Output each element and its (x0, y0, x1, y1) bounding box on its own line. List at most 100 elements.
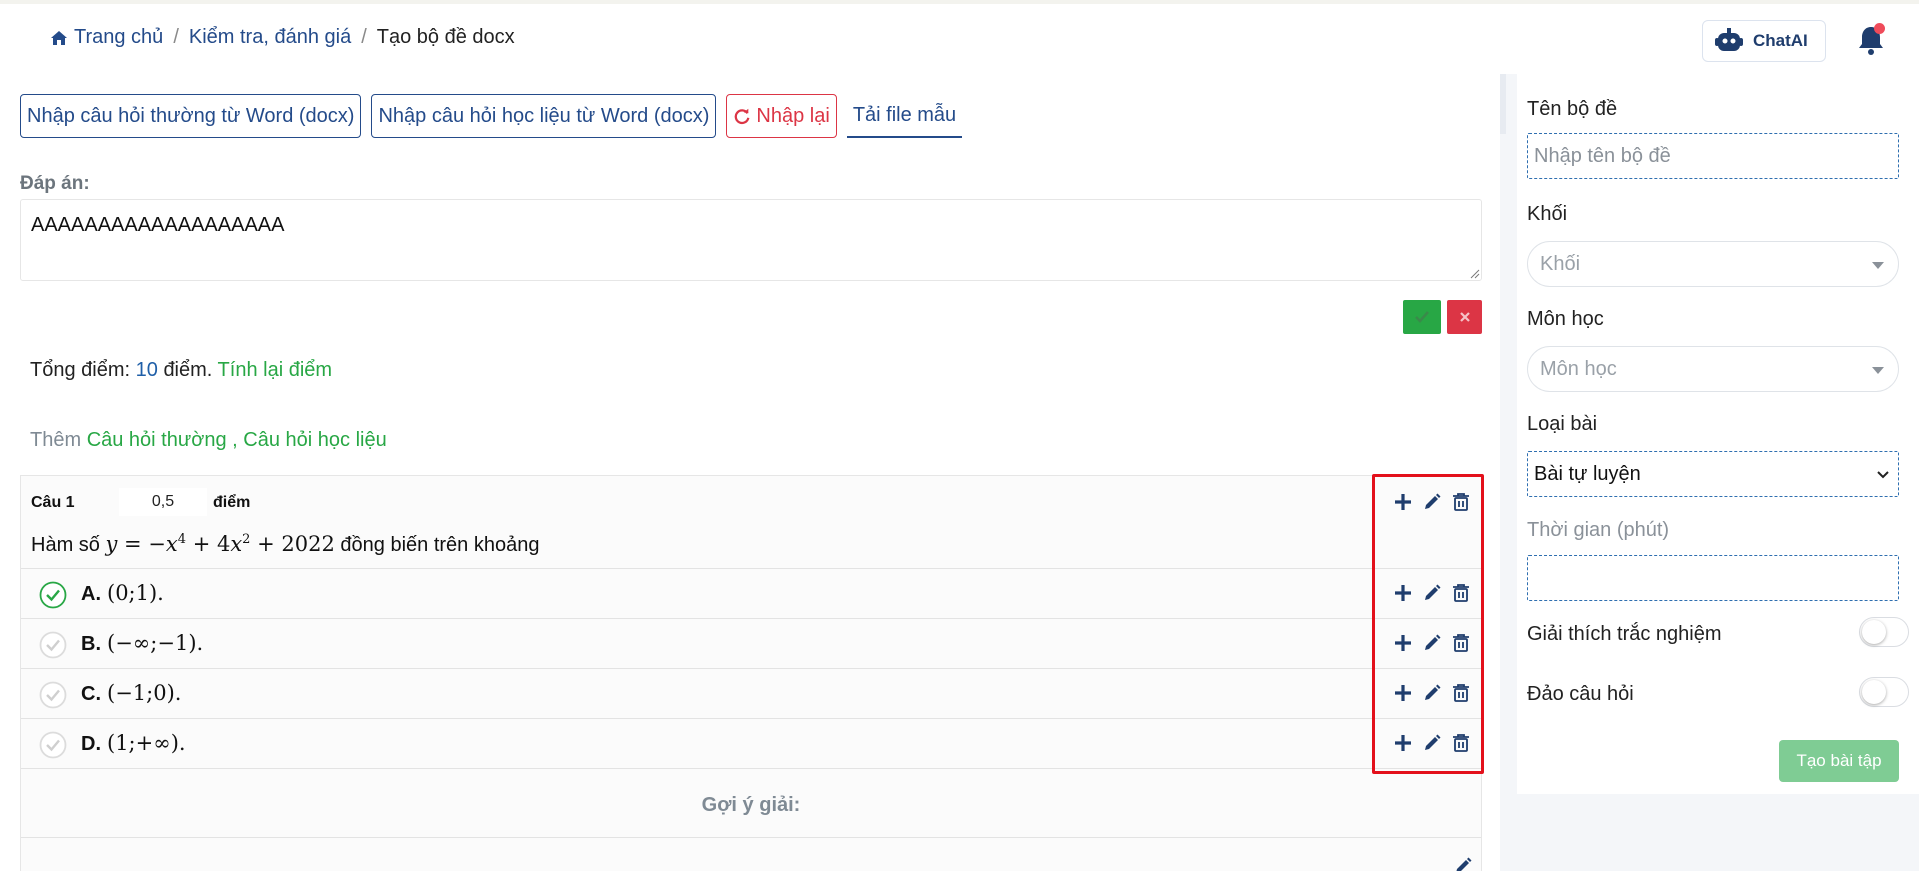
breadcrumb: Trang chủ / Kiểm tra, đánh giá / Tạo bộ … (50, 26, 515, 49)
time-label: Thời gian (phút) (1527, 519, 1670, 541)
breadcrumb-home-link[interactable]: Trang chủ (74, 26, 163, 49)
option-b-actions (1393, 633, 1480, 653)
reset-button[interactable]: Nhập lại (726, 94, 837, 138)
option-a-actions (1393, 583, 1480, 603)
edit-icon[interactable] (1422, 733, 1442, 753)
question-number: Câu 1 (31, 494, 75, 511)
add-normal-question-link[interactable]: Câu hỏi thường , (87, 429, 238, 451)
add-icon[interactable] (1393, 583, 1413, 603)
chatai-button[interactable]: ChatAI (1702, 20, 1826, 62)
add-icon[interactable] (1393, 683, 1413, 703)
option-text: (1;+∞). (107, 731, 186, 755)
time-input[interactable] (1527, 555, 1899, 601)
correct-check-icon[interactable] (39, 581, 67, 609)
type-value: Bài tự luyện (1534, 462, 1641, 485)
chatai-label: ChatAI (1753, 31, 1808, 50)
add-icon[interactable] (1393, 492, 1413, 512)
question-points-unit: điểm (213, 494, 251, 511)
refresh-icon (735, 108, 750, 125)
import-toolbar: Nhập câu hỏi thường từ Word (docx) Nhập … (20, 94, 972, 138)
total-score-prefix: Tổng điểm: (30, 359, 131, 381)
trash-icon[interactable] (1451, 583, 1471, 603)
edit-icon[interactable] (1422, 583, 1442, 603)
close-icon (1459, 312, 1470, 322)
edit-hint-icon[interactable] (1453, 856, 1473, 871)
check-icon (1415, 311, 1429, 323)
question-text: Hàm số y = −x4 + 4x2 + 2022 đồng biến tr… (31, 532, 539, 557)
trash-icon[interactable] (1451, 492, 1471, 512)
reset-label: Nhập lại (756, 104, 830, 127)
subject-select[interactable]: Môn học (1527, 346, 1899, 392)
total-score: Tổng điểm: 10 điểm. Tính lại điểm (30, 359, 332, 382)
type-label: Loại bài (1527, 413, 1598, 435)
grade-label: Khối (1527, 203, 1568, 225)
trash-icon[interactable] (1451, 633, 1471, 653)
option-text: (−1;0). (107, 681, 182, 705)
option-letter: C. (81, 683, 101, 705)
cancel-answer-button[interactable] (1447, 300, 1482, 334)
title-input[interactable] (1527, 133, 1899, 179)
recalculate-score-link[interactable]: Tính lại điểm (218, 359, 333, 381)
check-circle-icon[interactable] (39, 731, 67, 759)
question-text-prefix: Hàm số (31, 534, 100, 556)
explain-toggle-row: Giải thích trắc nghiệm (1527, 617, 1909, 651)
notification-badge (1874, 23, 1885, 34)
side-panel-scroll-indicator (1500, 74, 1506, 134)
chevron-down-icon (1877, 471, 1889, 479)
breadcrumb-current: Tạo bộ đề docx (376, 26, 515, 48)
breadcrumb-separator: / (173, 26, 179, 48)
resize-grip-icon[interactable] (1470, 269, 1480, 279)
home-icon (51, 30, 67, 45)
grade-placeholder: Khối (1540, 252, 1581, 275)
grade-select[interactable]: Khối (1527, 241, 1899, 287)
check-circle-icon[interactable] (39, 681, 67, 709)
notification-button[interactable] (1856, 23, 1886, 56)
total-score-value: 10 (135, 359, 158, 381)
edit-icon[interactable] (1422, 683, 1442, 703)
subject-placeholder: Môn học (1540, 357, 1617, 380)
import-word-button[interactable]: Nhập câu hỏi thường từ Word (docx) (20, 94, 362, 138)
option-letter: D. (81, 733, 101, 755)
add-icon[interactable] (1393, 733, 1413, 753)
caret-down-icon (1872, 367, 1884, 374)
question-formula: y = −x4 + 4x2 + 2022 (105, 532, 335, 556)
option-b: B. (−∞;−1). (21, 619, 1481, 669)
add-icon[interactable] (1393, 633, 1413, 653)
shuffle-toggle-row: Đảo câu hỏi (1527, 677, 1909, 711)
breadcrumb-separator: / (361, 26, 367, 48)
caret-down-icon (1872, 262, 1884, 269)
option-text: (−∞;−1). (107, 631, 204, 655)
shuffle-toggle[interactable] (1859, 677, 1909, 707)
robot-icon (1715, 28, 1743, 51)
subject-label: Môn học (1527, 308, 1604, 330)
option-a: A. (0;1). (21, 569, 1481, 619)
total-score-suffix: điểm. (163, 359, 213, 381)
confirm-answer-button[interactable] (1403, 300, 1441, 334)
check-circle-icon[interactable] (39, 631, 67, 659)
question-card: Câu 1 điểm Hàm số y = −x4 + 4x2 + 2022 đ… (20, 475, 1482, 871)
type-select[interactable]: Bài tự luyện (1527, 451, 1899, 497)
option-letter: A. (81, 583, 101, 605)
option-c: C. (−1;0). (21, 669, 1481, 719)
add-material-question-link[interactable]: Câu hỏi học liệu (243, 429, 386, 451)
create-exercise-button[interactable]: Tạo bài tập (1779, 740, 1899, 782)
edit-icon[interactable] (1422, 633, 1442, 653)
answer-textarea[interactable]: AAAAAAAAAAAAAAAAAAA (20, 199, 1482, 281)
download-template-button[interactable]: Tải file mẫu (846, 94, 963, 138)
import-material-button[interactable]: Nhập câu hỏi học liệu từ Word (docx) (371, 94, 717, 138)
explain-toggle[interactable] (1859, 617, 1909, 647)
edit-icon[interactable] (1422, 492, 1442, 512)
question-text-suffix: đồng biến trên khoảng (340, 534, 540, 556)
option-text: (0;1). (107, 581, 164, 605)
option-d: D. (1;+∞). (21, 719, 1481, 769)
question-header: Câu 1 điểm Hàm số y = −x4 + 4x2 + 2022 đ… (21, 476, 1481, 569)
question-actions (1393, 492, 1480, 512)
trash-icon[interactable] (1451, 733, 1471, 753)
trash-icon[interactable] (1451, 683, 1471, 703)
option-letter: B. (81, 633, 101, 655)
answer-label: Đáp án: (20, 173, 90, 194)
breadcrumb-section-link[interactable]: Kiểm tra, đánh giá (189, 26, 351, 49)
question-points-input[interactable] (119, 488, 207, 516)
option-c-actions (1393, 683, 1480, 703)
explain-label: Giải thích trắc nghiệm (1527, 623, 1722, 645)
